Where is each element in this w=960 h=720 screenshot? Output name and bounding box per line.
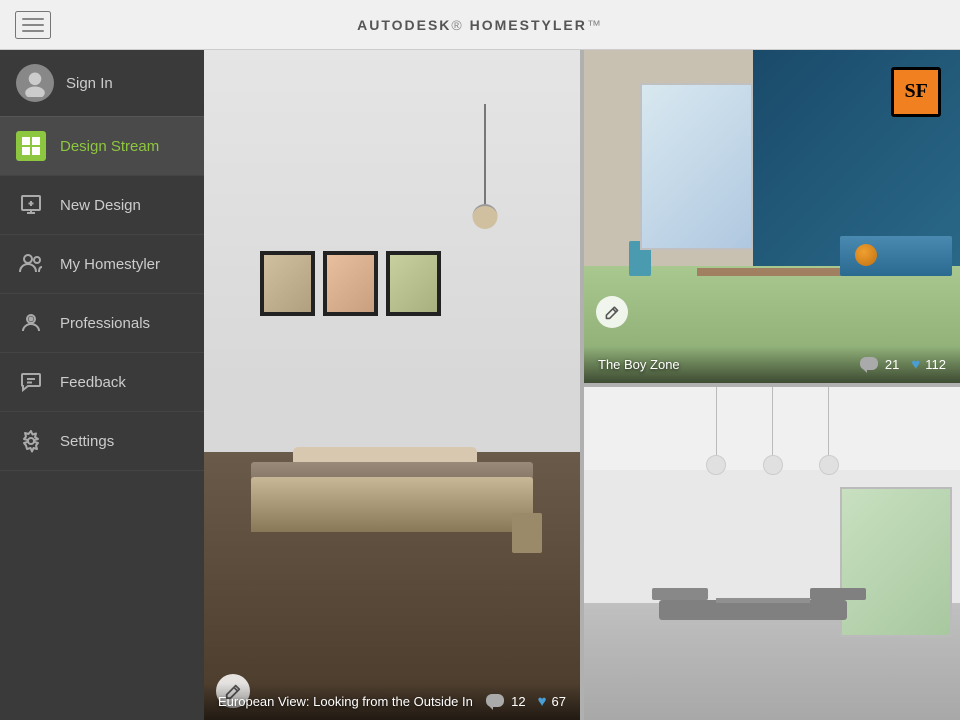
feedback-icon (16, 367, 46, 397)
sidebar-item-settings[interactable]: Settings (0, 412, 204, 471)
bed (251, 477, 533, 532)
design-card-livingroom[interactable] (584, 387, 960, 720)
lr-pendant3 (828, 387, 829, 457)
comment-stat-bedroom: 12 (486, 694, 525, 710)
card-stats-bedroom: 12 ♥ 67 (486, 693, 566, 710)
card-title-bedroom: European View: Looking from the Outside … (218, 694, 486, 709)
comment-icon-boyzone (860, 357, 880, 373)
boyzone-scene: SF (584, 50, 960, 383)
design-card-boyzone[interactable]: SF The Boy Zone (584, 50, 960, 383)
sidebar-user[interactable]: Sign In (0, 50, 204, 117)
sidebar-item-label-settings: Settings (60, 433, 114, 450)
lr-window (840, 487, 953, 637)
lr-shade3 (819, 455, 839, 475)
lr-pendant2 (772, 387, 773, 457)
title-suffix: HOMESTYLER (470, 17, 587, 33)
user-icon (21, 69, 49, 97)
sidebar: Sign In Design Stream (0, 50, 204, 720)
sidebar-item-label-design-stream: Design Stream (60, 138, 159, 155)
settings-icon (16, 426, 46, 456)
boyzone-window (640, 83, 753, 250)
lr-table (716, 598, 810, 603)
hamburger-bar (22, 18, 44, 20)
feedback-svg (19, 370, 43, 394)
my-homestyler-icon (16, 249, 46, 279)
sf-logo: SF (891, 67, 941, 117)
card-title-boyzone: The Boy Zone (598, 357, 860, 372)
nightstand (512, 513, 542, 553)
like-count-bedroom: 67 (552, 694, 566, 709)
professionals-icon (16, 308, 46, 338)
app-header: AUTODESK® HOMESTYLER™ (0, 0, 960, 50)
like-stat-boyzone: ♥ 112 (911, 356, 946, 373)
sign-in-label: Sign In (66, 75, 113, 92)
hamburger-bar (22, 30, 44, 32)
design-stream-active-icon (16, 131, 46, 161)
lr-pendant1 (716, 387, 717, 457)
design-card-bedroom[interactable]: European View: Looking from the Outside … (204, 50, 580, 720)
app-title: AUTODESK® HOMESTYLER™ (357, 17, 603, 33)
grid-icon (21, 136, 41, 156)
person-icon (19, 252, 43, 276)
sidebar-item-design-stream[interactable]: Design Stream (0, 117, 204, 176)
lr-shade2 (763, 455, 783, 475)
heart-icon-boyzone: ♥ (911, 356, 920, 373)
title-prefix: AUTODESK (357, 17, 451, 33)
sidebar-item-label-professionals: Professionals (60, 315, 150, 332)
bed-base (251, 477, 533, 532)
new-design-svg (19, 193, 43, 217)
like-stat-bedroom: ♥ 67 (538, 693, 566, 710)
card-bottom-bar-bedroom: European View: Looking from the Outside … (204, 683, 580, 720)
picture-frame-1 (260, 251, 315, 316)
sidebar-item-label-new-design: New Design (60, 197, 141, 214)
bedroom-scene (204, 50, 580, 720)
avatar (16, 64, 54, 102)
lr-shade1 (706, 455, 726, 475)
main-content: European View: Looking from the Outside … (204, 50, 960, 720)
edit-button-boyzone[interactable] (596, 296, 628, 328)
like-count-boyzone: 112 (925, 357, 946, 372)
comment-stat-boyzone: 21 (860, 357, 899, 373)
lamp-shade (473, 204, 498, 229)
pencil-icon-boyzone (604, 304, 620, 320)
design-stream-icon-wrapper (16, 131, 46, 161)
lr-chair1 (652, 588, 708, 600)
sidebar-item-label-feedback: Feedback (60, 374, 126, 391)
badge-icon (19, 311, 43, 335)
card-stats-boyzone: 21 ♥ 112 (860, 356, 946, 373)
sidebar-item-my-homestyler[interactable]: My Homestyler (0, 235, 204, 294)
pictures-row (260, 251, 441, 316)
comment-count-boyzone: 21 (885, 357, 899, 372)
sidebar-item-new-design[interactable]: New Design (0, 176, 204, 235)
card-bottom-bar-boyzone: The Boy Zone 21 ♥ 112 (584, 346, 960, 383)
picture-frame-2 (323, 251, 378, 316)
livingroom-scene (584, 387, 960, 720)
comment-icon (486, 694, 506, 710)
comment-count-bedroom: 12 (511, 694, 525, 709)
heart-icon-bedroom: ♥ (538, 693, 547, 710)
lamp-pendant (484, 104, 486, 204)
sidebar-item-professionals[interactable]: Professionals (0, 294, 204, 353)
hamburger-button[interactable] (15, 11, 51, 39)
sidebar-item-label-my-homestyler: My Homestyler (60, 256, 160, 273)
new-design-icon (16, 190, 46, 220)
hamburger-bar (22, 24, 44, 26)
lr-chair2 (810, 588, 866, 600)
gear-icon (19, 429, 43, 453)
picture-frame-3 (386, 251, 441, 316)
sidebar-item-feedback[interactable]: Feedback (0, 353, 204, 412)
